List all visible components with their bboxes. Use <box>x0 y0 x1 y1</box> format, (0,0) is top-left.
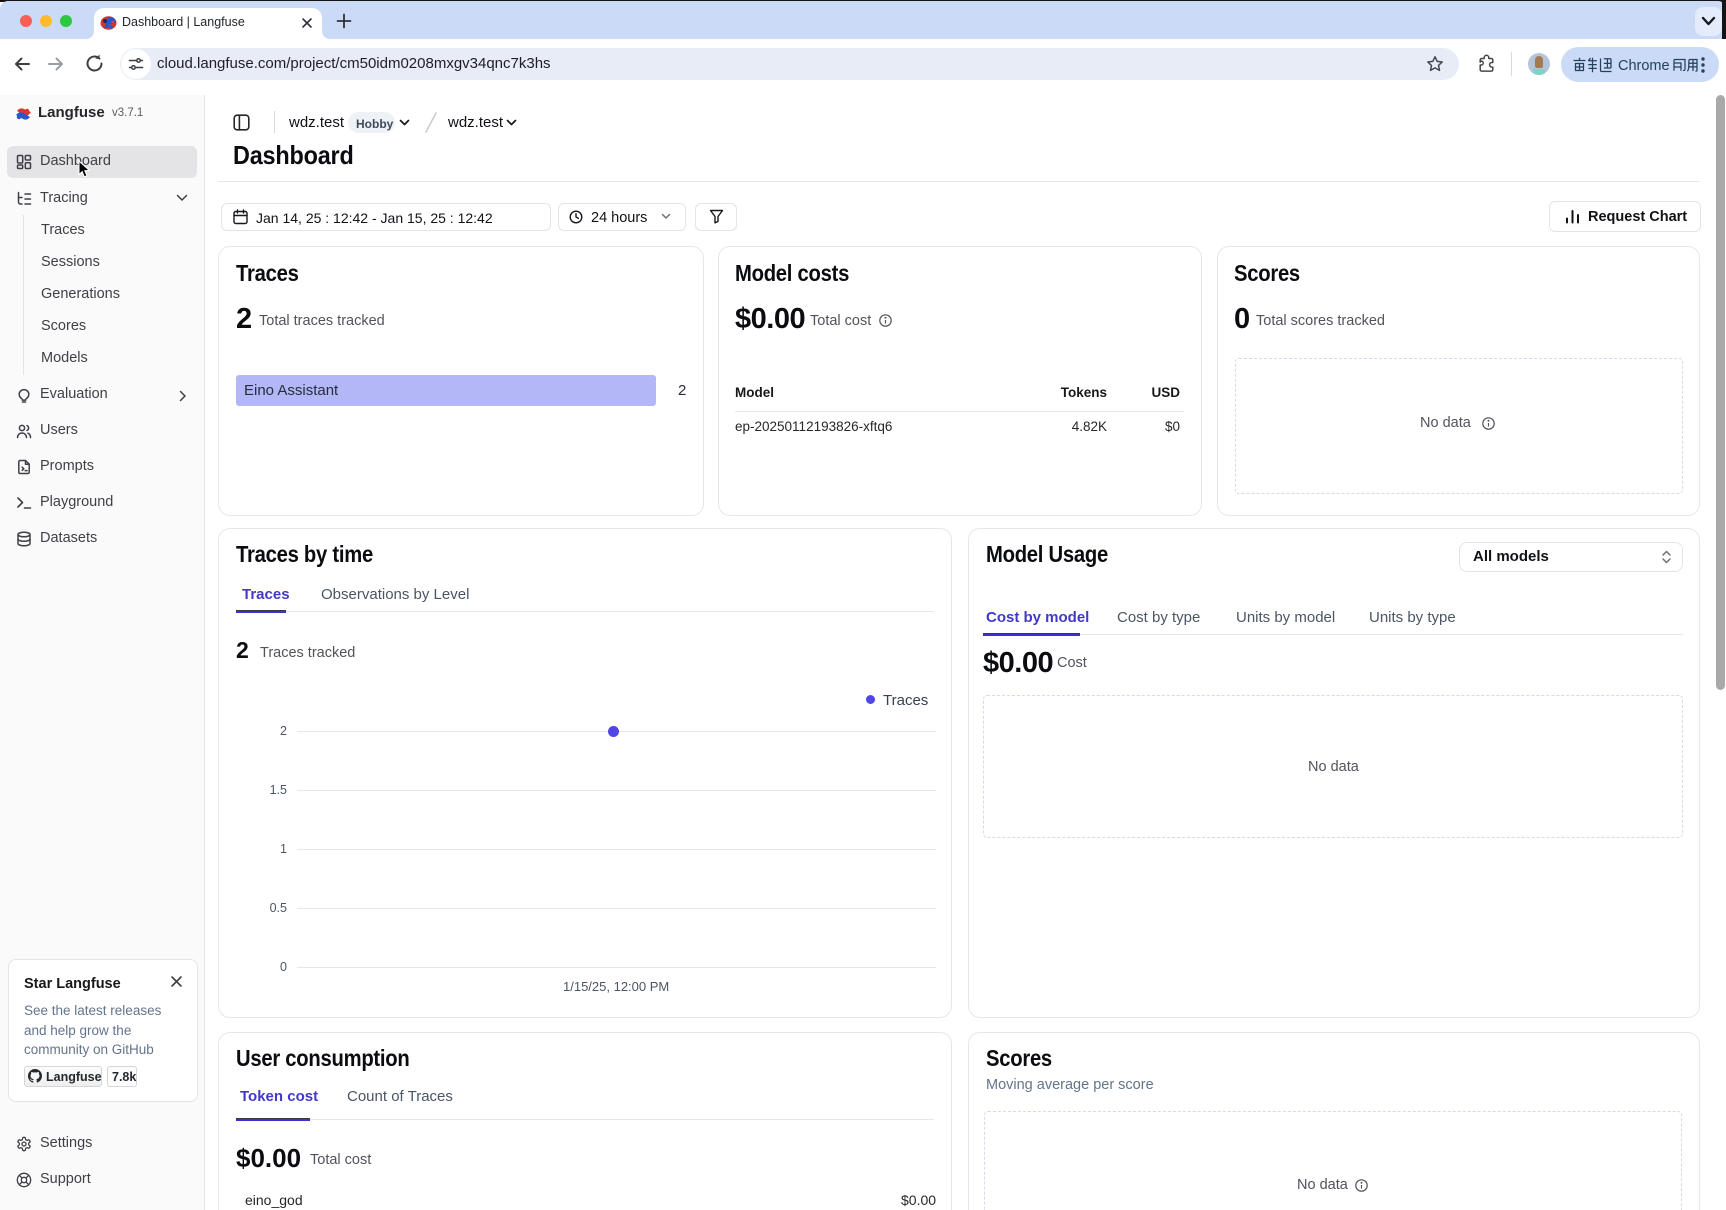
svg-text:Chrome: Chrome <box>1618 58 1670 73</box>
